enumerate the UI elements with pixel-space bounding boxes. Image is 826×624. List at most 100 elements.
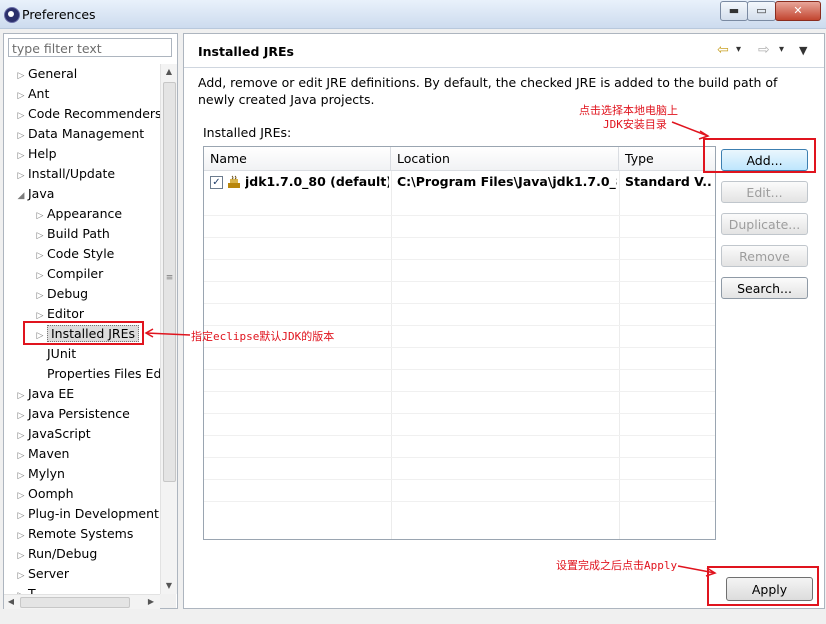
table-row[interactable]: ✓ jdk1.7.0_80 (default) C:\Program Files…	[204, 171, 715, 193]
view-menu-icon[interactable]: ▼	[799, 44, 807, 58]
expand-arrow-icon[interactable]: ▷	[33, 266, 47, 286]
expand-arrow-icon[interactable]: ▷	[33, 206, 47, 226]
jre-library-icon	[228, 175, 240, 188]
page-header: Installed JREs ⇦ ▾ ⇨ ▾ ▼	[184, 34, 824, 68]
tree-item[interactable]: ▷ Plug-in Development	[14, 504, 159, 524]
tree-item[interactable]: ▷ Oomph	[14, 484, 74, 504]
tree-item[interactable]: ▷ Mylyn	[14, 464, 65, 484]
expand-arrow-icon[interactable]: ▷	[14, 86, 28, 106]
tree-item[interactable]: ▷ Run/Debug	[14, 544, 98, 566]
edit-jre-button[interactable]: Edit...	[721, 181, 808, 203]
maximize-button[interactable]: ▭	[747, 1, 776, 21]
tree-item-label: Code Style	[47, 246, 115, 261]
expand-arrow-icon[interactable]: ▷	[14, 406, 28, 426]
expand-arrow-icon[interactable]: ▷	[14, 66, 28, 86]
column-header-type[interactable]: Type	[619, 147, 715, 170]
row-divider	[204, 435, 715, 436]
tree-item[interactable]: ▷ Ant	[14, 84, 50, 106]
tree-item[interactable]: ▷ Server	[14, 564, 69, 584]
expand-arrow-icon[interactable]: ▷	[33, 226, 47, 246]
tree-item[interactable]: ▷ Java EE	[14, 384, 75, 406]
jre-location: C:\Program Files\Java\jdk1.7.0_80	[397, 174, 617, 189]
expand-arrow-icon[interactable]: ▷	[14, 166, 28, 186]
tree-item-label: Java Persistence	[28, 406, 130, 421]
scroll-up-arrow-icon[interactable]: ▲	[161, 64, 177, 80]
tree-item[interactable]: ◢ Java	[14, 184, 55, 206]
row-divider	[204, 391, 715, 392]
forward-arrow-icon[interactable]: ⇨	[758, 43, 770, 57]
tree-horizontal-scrollbar[interactable]: ◀ ▶	[4, 594, 160, 609]
expand-arrow-icon[interactable]: ▷	[14, 386, 28, 406]
tree-vertical-scrollbar[interactable]: ▲ ≡ ▼	[160, 64, 177, 594]
column-header-name[interactable]: Name	[204, 147, 391, 170]
tree-item-label: Install/Update	[28, 166, 116, 181]
tree-item[interactable]: JUnit	[33, 344, 76, 364]
page-title: Installed JREs	[198, 44, 295, 59]
minimize-button[interactable]: ▬	[720, 1, 748, 21]
expand-arrow-icon[interactable]: ▷	[14, 126, 28, 146]
tree-item[interactable]: ▷ Compiler	[33, 264, 104, 286]
tree-item-label: Plug-in Development	[28, 506, 159, 521]
tree-item-label: Run/Debug	[28, 546, 98, 561]
expand-arrow-icon[interactable]: ▷	[14, 146, 28, 166]
back-arrow-icon[interactable]: ⇦	[717, 43, 729, 57]
row-divider	[204, 369, 715, 370]
expand-arrow-icon[interactable]: ▷	[14, 106, 28, 126]
tree-item[interactable]: ▷T	[14, 584, 36, 594]
tree-item[interactable]: ▷ Java Persistence	[14, 404, 130, 424]
installed-jres-label: Installed JREs:	[203, 125, 292, 140]
tree-item[interactable]: ▷ Remote Systems	[14, 524, 134, 546]
row-divider	[204, 479, 715, 480]
expand-arrow-icon[interactable]: ▷	[14, 466, 28, 486]
tree-item[interactable]: ▷ General	[14, 64, 78, 86]
table-header: Name Location Type	[204, 147, 715, 171]
expand-arrow-icon[interactable]: ▷	[14, 506, 28, 526]
hscroll-thumb[interactable]	[20, 597, 130, 608]
default-jre-checkbox[interactable]: ✓	[210, 176, 223, 189]
tree-item[interactable]: ▷ Install/Update	[14, 164, 116, 186]
scroll-down-arrow-icon[interactable]: ▼	[161, 578, 177, 594]
expand-arrow-icon[interactable]: ▷	[33, 286, 47, 306]
expand-arrow-icon[interactable]: ▷	[14, 586, 28, 594]
tree-item-label: Code Recommenders	[28, 106, 160, 121]
expand-arrow-icon[interactable]: ▷	[14, 446, 28, 466]
tree-item[interactable]: ▷ Data Management	[14, 124, 145, 146]
filter-input[interactable]: type filter text	[8, 38, 172, 57]
expand-arrow-icon[interactable]: ▷	[14, 546, 28, 566]
tree-item[interactable]: Properties Files Ed	[33, 364, 160, 384]
duplicate-jre-button[interactable]: Duplicate...	[721, 213, 808, 235]
remove-jre-button[interactable]: Remove	[721, 245, 808, 267]
tree-item-label: Appearance	[47, 206, 123, 221]
row-divider	[204, 325, 715, 326]
tree-item[interactable]: ▷ Code Recommenders	[14, 104, 160, 124]
close-button[interactable]: ✕	[775, 1, 821, 21]
column-header-location[interactable]: Location	[391, 147, 619, 170]
expand-arrow-icon[interactable]: ▷	[14, 426, 28, 446]
tree-item[interactable]: ▷ Help	[14, 144, 57, 164]
tree-item[interactable]: ▷ Appearance	[33, 204, 123, 226]
tree-item[interactable]: ▷ Build Path	[33, 224, 110, 244]
scroll-right-arrow-icon[interactable]: ▶	[144, 595, 158, 609]
row-divider	[204, 413, 715, 414]
expand-arrow-icon[interactable]: ▷	[14, 486, 28, 506]
expand-arrow-icon[interactable]: ▷	[33, 246, 47, 266]
window-title: Preferences	[22, 7, 96, 22]
tree-item[interactable]: ▷ Maven	[14, 444, 70, 466]
forward-dropdown-icon[interactable]: ▾	[779, 43, 784, 57]
annotation-note-add-line2: JDK安装目录	[603, 118, 667, 131]
eclipse-icon	[4, 7, 20, 23]
search-jre-button[interactable]: Search...	[721, 277, 808, 299]
expand-arrow-icon[interactable]: ▷	[14, 566, 28, 586]
tree-item[interactable]: ▷ Code Style	[33, 244, 115, 266]
annotation-box-apply	[707, 566, 819, 606]
expand-arrow-icon[interactable]: ▷	[14, 526, 28, 546]
annotation-note-apply: 设置完成之后点击Apply	[556, 559, 678, 572]
tree-item[interactable]: ▷ Debug	[33, 284, 89, 306]
tree-item[interactable]: ▷ JavaScript	[14, 424, 91, 444]
row-divider	[204, 457, 715, 458]
collapse-arrow-icon[interactable]: ◢	[14, 186, 28, 206]
scroll-thumb[interactable]: ≡	[163, 82, 176, 482]
window-titlebar: Preferences ▬ ▭ ✕	[0, 0, 826, 29]
scroll-left-arrow-icon[interactable]: ◀	[4, 595, 18, 609]
back-dropdown-icon[interactable]: ▾	[736, 43, 741, 57]
